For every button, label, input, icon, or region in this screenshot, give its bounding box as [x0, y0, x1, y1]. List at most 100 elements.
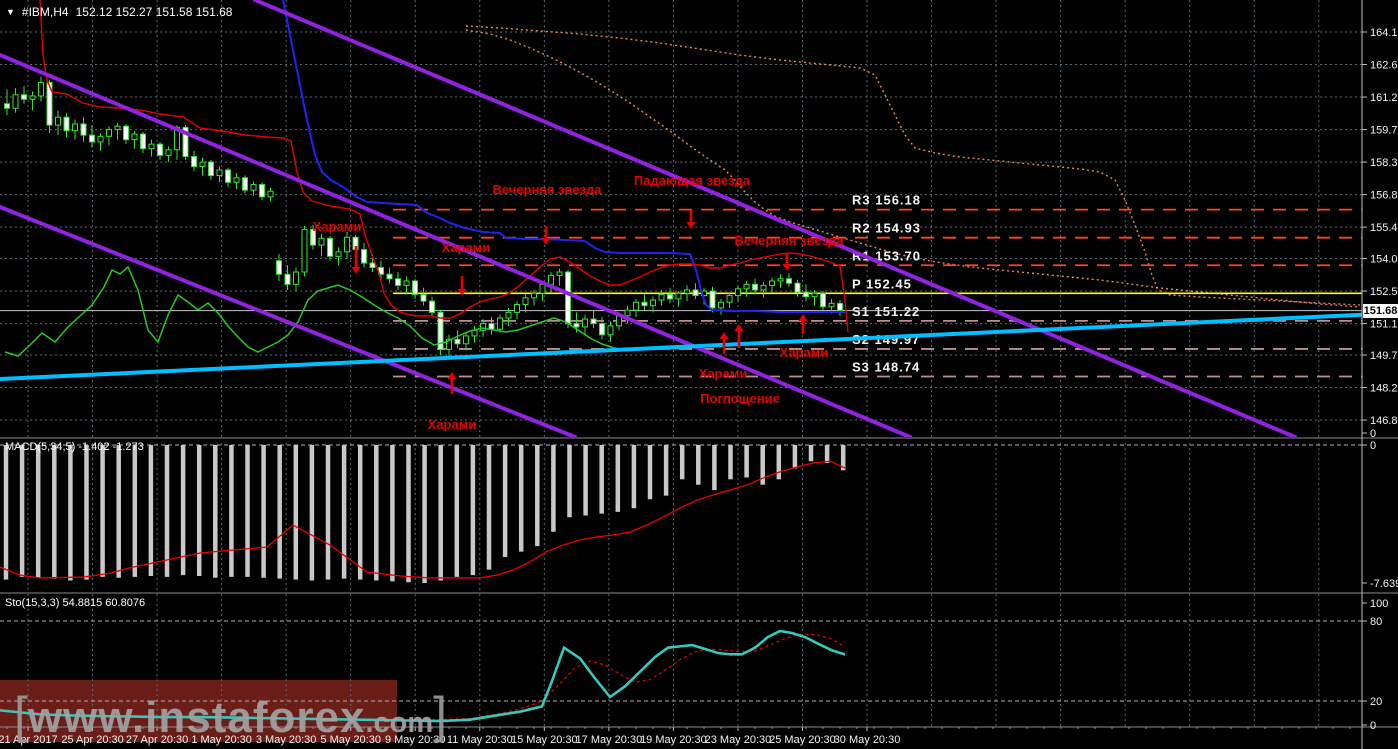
price-axis-tick: 161.20 [1370, 92, 1398, 104]
candle [556, 268, 563, 286]
candle [55, 110, 61, 136]
candle [131, 130, 138, 149]
candle [667, 287, 673, 304]
candle [684, 285, 690, 302]
pattern-annotation: Поглощение [700, 391, 780, 406]
candle [488, 316, 495, 335]
candle [97, 132, 104, 151]
price-axis-tick: 155.40 [1370, 222, 1398, 234]
tenkan-line [39, 0, 849, 333]
macd-indicator-label: MACD(5,34,5) -1.402 -1.273 [5, 441, 144, 453]
candle [769, 277, 775, 293]
candle [89, 125, 95, 148]
pattern-annotation: Харами [442, 240, 491, 255]
candle [106, 126, 112, 146]
candle [46, 80, 53, 133]
candle [123, 123, 129, 145]
time-axis-label: 11 May 20:30 [447, 734, 513, 746]
candle [208, 159, 214, 181]
candle [471, 325, 478, 343]
candle [454, 330, 461, 349]
candle [361, 242, 367, 268]
pattern-annotation: Падающая звезда [634, 173, 751, 188]
candle [726, 292, 733, 308]
candle [259, 182, 265, 201]
volume-zero-tick: 0 [1370, 428, 1376, 440]
macd-axis-tick: 0 [1370, 440, 1376, 452]
candle [386, 267, 393, 284]
sto-axis-tick: 20 [1370, 696, 1382, 708]
candle [114, 122, 121, 140]
time-axis-label: 23 May 20:30 [705, 734, 772, 746]
candle [250, 181, 257, 196]
pattern-annotation: Харами [699, 366, 748, 381]
candle [148, 139, 155, 157]
candle [752, 278, 758, 295]
price-axis-tick: 148.25 [1370, 383, 1398, 395]
price-axis-tick: 156.85 [1370, 190, 1398, 202]
candle [607, 321, 614, 342]
candle [344, 231, 350, 259]
candle [437, 310, 444, 355]
candle [803, 284, 809, 302]
ohlc-values: 152.12 152.27 151.58 151.68 [75, 5, 233, 19]
candle [514, 301, 520, 320]
grid-layer [0, 0, 1362, 727]
sto-axis-tick: 80 [1370, 616, 1382, 628]
watermark-close-bracket: ] [433, 687, 448, 743]
watermark-tld: .com [365, 707, 434, 739]
candle [293, 267, 299, 292]
time-axis-label: 15 May 20:30 [511, 734, 578, 746]
pivot-label-P: P 152.45 [852, 276, 912, 291]
pivot-label-R2: R2 154.93 [852, 221, 921, 236]
candle [21, 85, 27, 104]
price-axis-tick: 162.65 [1370, 60, 1398, 72]
candle [633, 298, 639, 317]
candle [692, 283, 699, 299]
pattern-annotation: Вечерняя звезда [492, 182, 602, 197]
pattern-annotation: Харами [428, 417, 477, 432]
price-axis-tick: 149.70 [1370, 350, 1398, 362]
candle [497, 314, 503, 333]
candle [786, 273, 792, 287]
candle [335, 247, 342, 266]
down-arrow-icon [782, 253, 792, 271]
chart-canvas: R3 156.18R2 154.93R1 153.70P 152.45S1 15… [0, 0, 1398, 749]
candle [590, 310, 597, 329]
candle [165, 146, 172, 163]
price-axis-tick: 158.30 [1370, 157, 1398, 169]
candle [641, 294, 648, 311]
candle [63, 112, 70, 138]
candle [582, 314, 588, 335]
watermark-open-bracket: [ [14, 687, 28, 743]
candle [301, 226, 308, 277]
pivot-label-S3: S3 148.74 [852, 360, 920, 375]
pivot-label-R3: R3 156.18 [852, 193, 921, 208]
candle [743, 280, 750, 297]
down-arrow-icon [541, 226, 551, 245]
candle [412, 278, 418, 299]
candle [565, 269, 571, 329]
candle [718, 298, 724, 315]
candle [29, 91, 36, 111]
candle [233, 173, 240, 190]
down-arrow-icon [686, 210, 696, 229]
candle [429, 296, 435, 317]
macd-axis-tick: -7.639 [1370, 578, 1398, 590]
chart-title: ▼ #IBM,H4 152.12 152.27 151.58 151.68 [6, 5, 232, 19]
candle [403, 276, 410, 295]
candle [658, 289, 665, 306]
pivot-label-S1: S1 151.22 [852, 304, 920, 319]
candle [216, 166, 223, 183]
main-chart-layer: R3 156.18R2 154.93R1 153.70P 152.45S1 15… [0, 0, 1362, 437]
candle [242, 175, 248, 194]
candle [531, 289, 537, 306]
candle [395, 272, 401, 290]
price-axis-tick: 164.10 [1370, 27, 1398, 39]
candle [760, 282, 767, 298]
candle [777, 274, 784, 288]
candle [446, 334, 452, 358]
time-axis-label: 17 May 20:30 [576, 734, 643, 746]
symbol-dropdown-icon[interactable]: ▼ [6, 7, 15, 17]
candle [157, 141, 163, 160]
